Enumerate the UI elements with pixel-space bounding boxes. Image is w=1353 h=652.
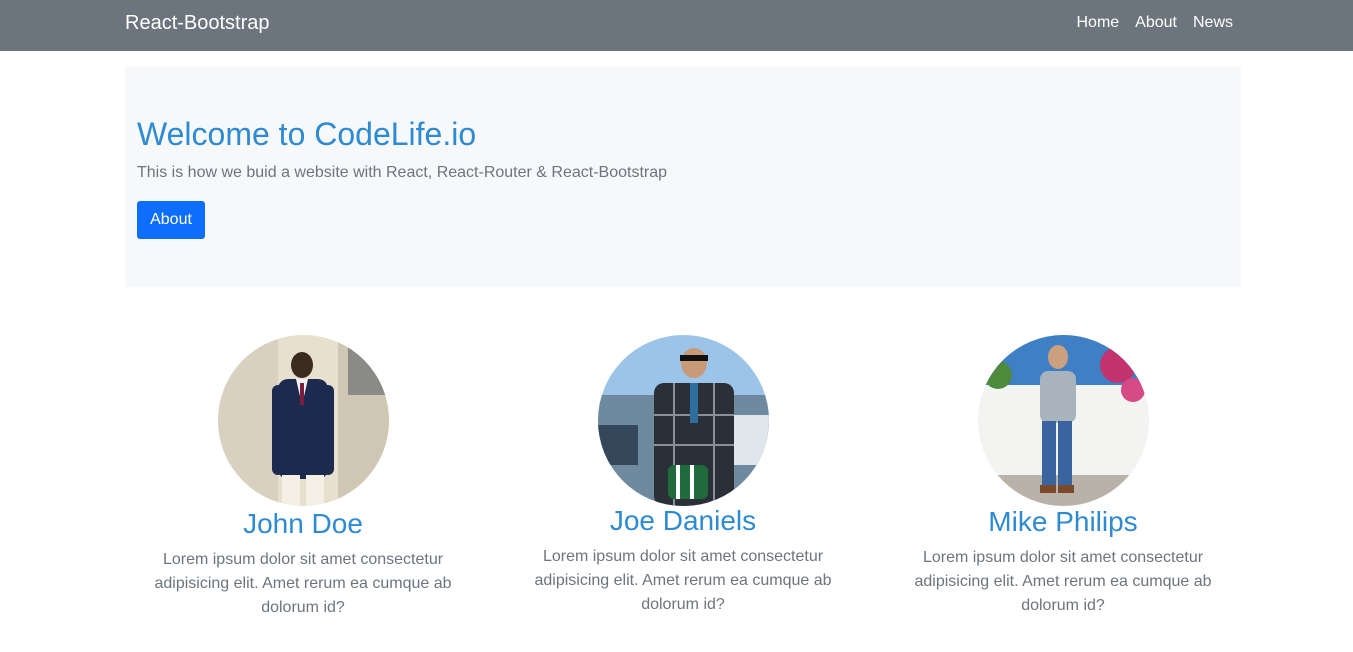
person-name: John Doe — [243, 508, 363, 539]
nav-link-about[interactable]: About — [1135, 13, 1177, 33]
person-photo — [978, 335, 1149, 506]
jumbotron-subtitle: This is how we buid a website with React… — [137, 164, 668, 181]
person-bio: Lorem ipsum dolor sit amet consectetur a… — [534, 548, 832, 613]
nav-links: Home About News — [1076, 13, 1233, 33]
about-button[interactable]: About — [137, 201, 205, 239]
person-name: Mike Philips — [988, 506, 1138, 537]
navbar: React-Bootstrap Home About News — [0, 0, 1353, 51]
jumbotron-title: Welcome to CodeLife.io — [137, 116, 477, 152]
person-photo-image — [598, 335, 769, 506]
person-photo — [218, 335, 389, 506]
nav-link-news[interactable]: News — [1193, 13, 1233, 33]
person-bio: Lorem ipsum dolor sit amet consectetur a… — [154, 551, 452, 616]
person-name: Joe Daniels — [609, 505, 757, 536]
person-photo-image — [978, 335, 1149, 506]
navbar-brand[interactable]: React-Bootstrap — [125, 11, 270, 35]
nav-link-home[interactable]: Home — [1076, 13, 1119, 33]
person-bio: Lorem ipsum dolor sit amet consectetur a… — [914, 549, 1212, 614]
jumbotron: Welcome to CodeLife.io This is how we bu… — [125, 67, 1241, 287]
person-photo — [598, 335, 769, 506]
person-photo-image — [218, 335, 389, 506]
